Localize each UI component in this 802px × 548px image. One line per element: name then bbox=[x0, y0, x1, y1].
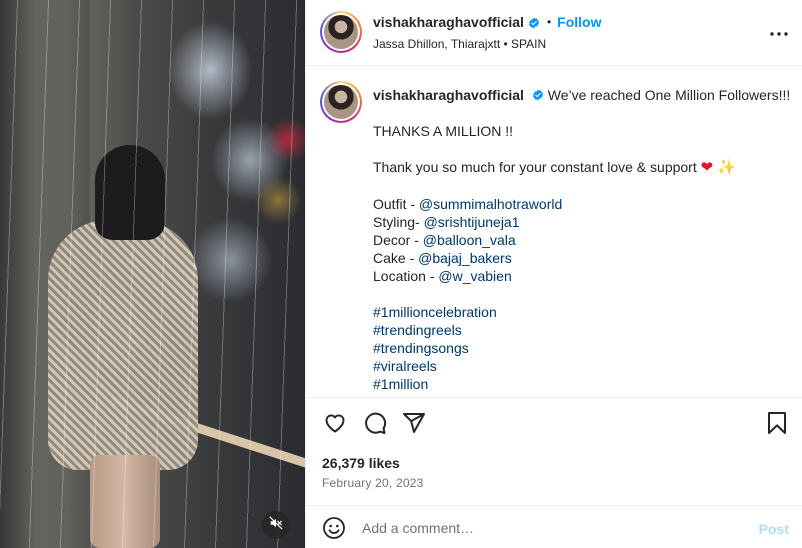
sparkler-effect bbox=[0, 0, 305, 548]
separator-dot: • bbox=[546, 15, 552, 29]
comment-icon bbox=[363, 411, 387, 440]
author-avatar[interactable] bbox=[320, 11, 362, 53]
share-button[interactable] bbox=[401, 412, 427, 438]
likes-count[interactable]: 26,379 likes bbox=[322, 455, 400, 471]
verified-badge-icon bbox=[528, 16, 540, 29]
caption-headline: We’ve reached One Million Followers!!! bbox=[547, 87, 791, 103]
credit-mention[interactable]: @w_vabien bbox=[438, 268, 511, 284]
action-bar bbox=[306, 399, 802, 453]
comment-bar: Post bbox=[306, 505, 802, 548]
caption-thanks: THANKS A MILLION !! bbox=[373, 123, 514, 139]
credit-line: Styling- @srishtijuneja1 bbox=[373, 213, 793, 231]
post-date[interactable]: February 20, 2023 bbox=[322, 476, 423, 490]
like-button[interactable] bbox=[322, 412, 348, 438]
post-details-panel: vishakharaghavofficial • Follow Jassa Dh… bbox=[305, 0, 802, 548]
credit-line: Outfit - @summimalhotraworld bbox=[373, 195, 793, 213]
post-comment-button[interactable]: Post bbox=[759, 521, 789, 537]
credit-line: Decor - @balloon_vala bbox=[373, 231, 793, 249]
heart-icon bbox=[323, 411, 347, 440]
post-location[interactable]: Jassa Dhillon, Thiarajxtt • SPAIN bbox=[373, 37, 546, 51]
credit-mention[interactable]: @srishtijuneja1 bbox=[424, 214, 520, 230]
comment-button[interactable] bbox=[362, 412, 388, 438]
credit-label: Cake - bbox=[373, 250, 419, 266]
mute-button[interactable] bbox=[262, 511, 290, 539]
emoji-icon bbox=[322, 517, 346, 544]
hashtag-link[interactable]: #trendingreels bbox=[373, 321, 793, 339]
emoji-button[interactable] bbox=[322, 516, 346, 540]
caption-text: vishakharaghavofficial We’ve reached One… bbox=[373, 86, 793, 393]
credit-label: Location - bbox=[373, 268, 439, 284]
sparkle-emoji: ✨ bbox=[717, 159, 736, 176]
caption-headline-line: vishakharaghavofficial We’ve reached One… bbox=[373, 86, 793, 104]
credit-line: Cake - @bajaj_bakers bbox=[373, 249, 793, 267]
caption-message: Thank you so much for your constant love… bbox=[373, 159, 697, 175]
bookmark-icon bbox=[766, 411, 788, 440]
author-username[interactable]: vishakharaghavofficial bbox=[373, 14, 524, 30]
share-icon bbox=[402, 411, 426, 440]
comment-input[interactable] bbox=[362, 516, 742, 540]
hashtag-link[interactable]: #trendingsongs bbox=[373, 339, 793, 357]
credit-mention[interactable]: @bajaj_bakers bbox=[418, 250, 512, 266]
credit-mention[interactable]: @summimalhotraworld bbox=[419, 196, 562, 212]
post-video[interactable] bbox=[0, 0, 305, 548]
credit-label: Outfit - bbox=[373, 196, 419, 212]
caption-avatar[interactable] bbox=[320, 81, 362, 123]
hashtag-link[interactable]: #viralreels bbox=[373, 357, 793, 375]
hashtag-link[interactable]: #1million bbox=[373, 375, 793, 393]
credit-label: Decor - bbox=[373, 232, 423, 248]
credit-label: Styling- bbox=[373, 214, 424, 230]
hashtag-link[interactable]: #1millioncelebration bbox=[373, 303, 793, 321]
more-options-button[interactable] bbox=[769, 24, 789, 40]
heart-emoji: ❤ bbox=[700, 159, 714, 176]
caption-section: vishakharaghavofficial We’ve reached One… bbox=[306, 67, 802, 398]
credit-mention[interactable]: @balloon_vala bbox=[423, 232, 516, 248]
follow-button[interactable]: Follow bbox=[557, 14, 601, 30]
post-header: vishakharaghavofficial • Follow Jassa Dh… bbox=[306, 0, 802, 66]
caption-message-line: Thank you so much for your constant love… bbox=[373, 158, 793, 177]
verified-badge-icon bbox=[532, 87, 544, 101]
credit-line: Location - @w_vabien bbox=[373, 267, 793, 285]
more-options-icon bbox=[770, 23, 788, 41]
muted-speaker-icon bbox=[269, 516, 283, 535]
caption-username[interactable]: vishakharaghavofficial bbox=[373, 87, 524, 103]
author-row: vishakharaghavofficial • Follow bbox=[373, 14, 601, 30]
save-button[interactable] bbox=[764, 411, 790, 440]
